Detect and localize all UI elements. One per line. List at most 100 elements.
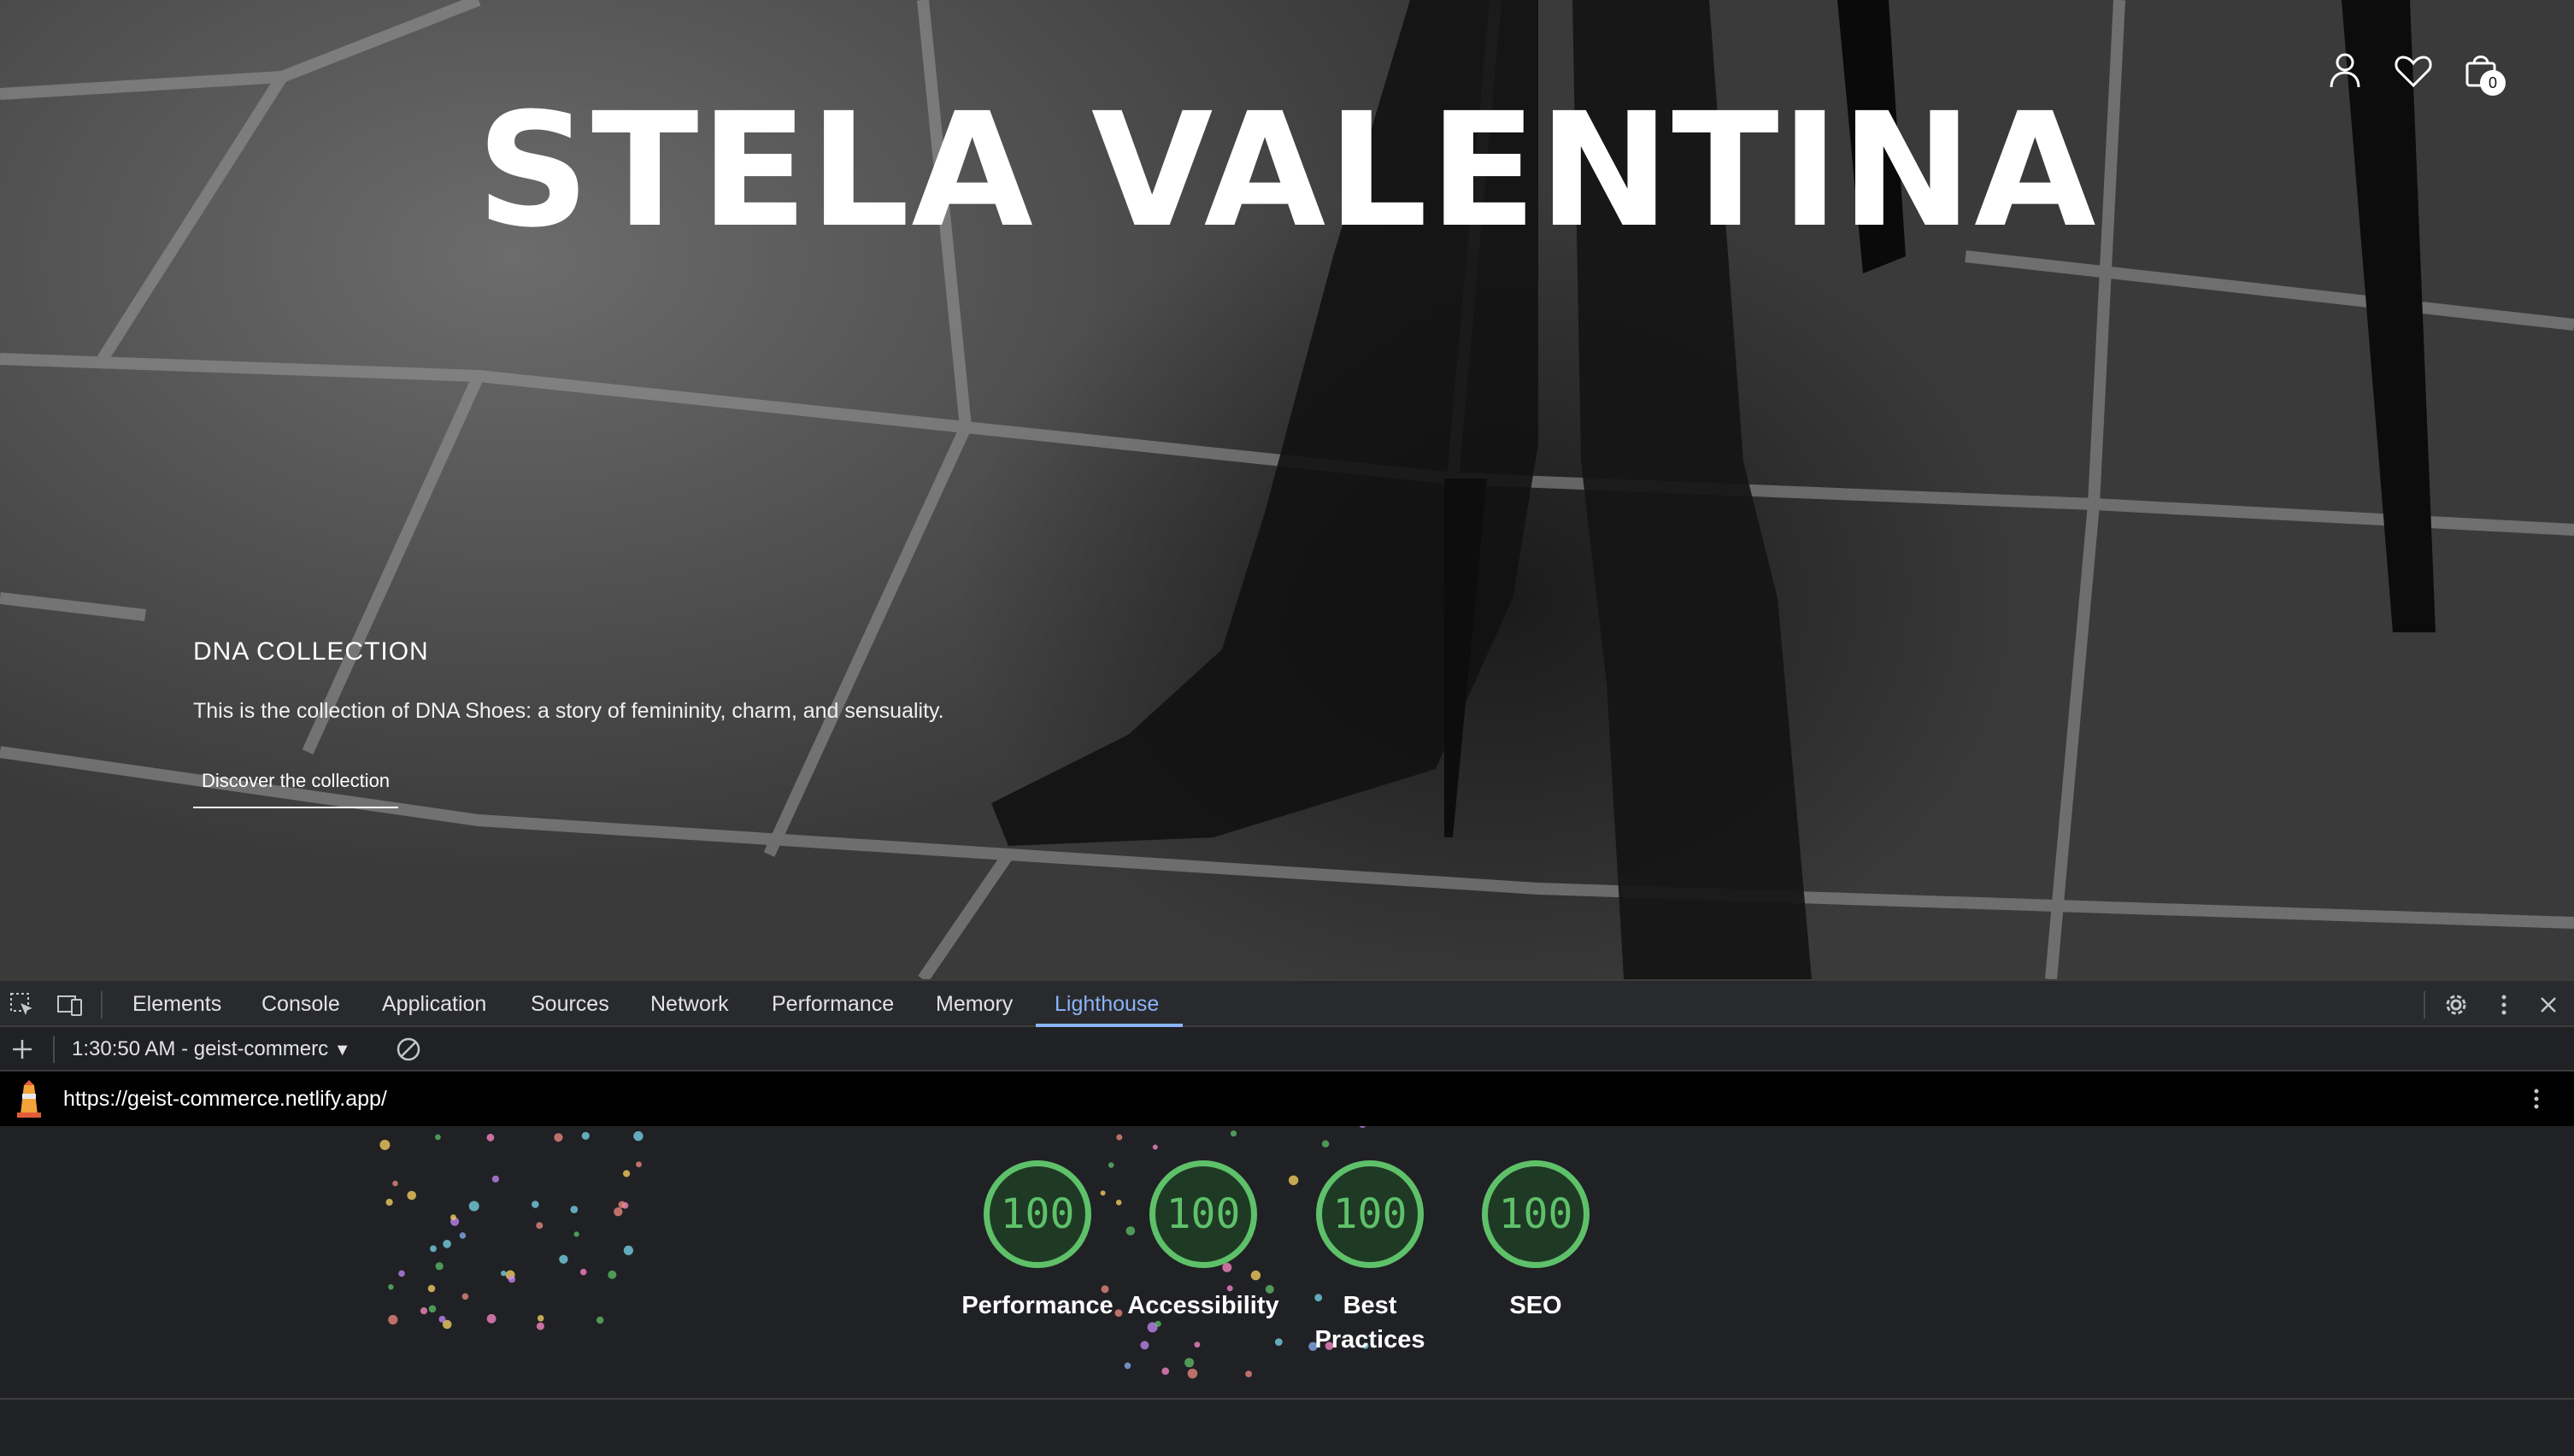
report-url-bar: https://geist-commerce.netlify.app/ [0,1071,2574,1126]
confetti-dot [1100,1190,1106,1196]
confetti-dot [608,1270,617,1279]
confetti-dot [536,1322,544,1330]
confetti-dot [461,1293,469,1300]
tab-memory[interactable]: Memory [936,981,1013,1027]
confetti-dot [392,1180,398,1187]
confetti-dot [570,1206,579,1213]
confetti-dot [486,1313,497,1324]
confetti-dot [573,1231,579,1237]
confetti-dot [1124,1362,1131,1370]
report-url[interactable]: https://geist-commerce.netlify.app/ [63,1071,387,1126]
confetti-dot [450,1214,456,1220]
confetti-dot [430,1245,437,1253]
report-select-dropdown[interactable]: 1:30:50 AM - geist-commerc ▼ [72,1034,351,1065]
collection-description: This is the collection of DNA Shoes: a s… [193,699,944,723]
close-devtools-icon[interactable] [2535,991,2562,1019]
confetti-decoration [379,1126,1369,1379]
confetti-dot [407,1190,417,1201]
hero-banner: STELA VALENTINA 0 DNA COLLECTION This is… [0,0,2574,979]
confetti-dot [1194,1342,1201,1348]
confetti-dot [559,1254,568,1264]
confetti-dot [468,1201,479,1212]
confetti-dot [636,1161,642,1168]
performance-label: Performance [961,1292,1114,1319]
confetti-dot [1245,1371,1252,1377]
confetti-dot [537,1315,544,1322]
confetti-dot [1140,1341,1149,1350]
confetti-dot [1187,1368,1198,1379]
discover-collection-link[interactable]: Discover the collection [193,767,398,808]
confetti-dot [508,1276,516,1283]
confetti-dot [1359,1126,1366,1128]
lighthouse-logo-icon [17,1080,41,1118]
new-report-plus-icon[interactable] [9,1036,36,1063]
toolbar-divider [2424,991,2425,1019]
confetti-dot [459,1232,467,1239]
confetti-dot [536,1222,544,1230]
confetti-dot [532,1201,539,1208]
confetti-dot [435,1134,441,1141]
tab-lighthouse[interactable]: Lighthouse [1055,981,1159,1027]
accessibility-score: 100 [1166,1190,1241,1238]
brand-logo[interactable]: STELA VALENTINA [0,85,2574,256]
confetti-dot [618,1201,626,1208]
confetti-dot [427,1284,436,1293]
cart-count-badge: 0 [2480,70,2506,96]
confetti-dot [1274,1338,1283,1346]
lighthouse-toolbar: 1:30:50 AM - geist-commerc ▼ [0,1027,2574,1071]
collection-title: DNA COLLECTION [193,637,429,666]
confetti-dot [1250,1270,1261,1281]
confetti-dot [614,1207,623,1217]
device-toolbar-icon[interactable] [56,991,84,1019]
tab-performance[interactable]: Performance [772,981,894,1027]
confetti-dot [633,1130,644,1142]
confetti-dot [438,1315,446,1323]
seo-label: SEO [1509,1292,1562,1319]
confetti-dot [579,1268,587,1276]
confetti-dot [420,1307,428,1315]
confetti-dot [501,1271,507,1277]
devtools-panel: Elements Console Application Sources Net… [0,979,2574,1456]
performance-score: 100 [1000,1190,1075,1238]
wishlist-heart-icon[interactable] [2392,50,2435,92]
confetti-dot [388,1284,394,1290]
tab-network[interactable]: Network [650,981,729,1027]
tab-application[interactable]: Application [382,981,486,1027]
seo-score: 100 [1498,1190,1573,1238]
devtools-tab-bar: Elements Console Application Sources Net… [0,979,2574,1027]
confetti-dot [1230,1130,1237,1137]
confetti-dot [623,1245,634,1255]
confetti-dot [1184,1358,1195,1368]
confetti-dot [491,1175,500,1183]
accessibility-label: Accessibility [1127,1292,1279,1319]
confetti-dot [1108,1162,1114,1168]
best-practices-score: 100 [1332,1190,1407,1238]
tab-console[interactable]: Console [262,981,340,1027]
tab-elements[interactable]: Elements [132,981,221,1027]
confetti-dot [428,1305,437,1313]
toolbar-divider [101,991,103,1019]
confetti-dot [623,1170,631,1177]
confetti-dot [385,1198,393,1206]
report-menu-icon[interactable] [2523,1085,2550,1113]
confetti-dot [1115,1200,1122,1206]
settings-gear-icon[interactable] [2442,991,2470,1019]
tab-sources[interactable]: Sources [531,981,609,1027]
confetti-dot [1116,1134,1123,1141]
confetti-dot [596,1316,604,1324]
confetti-dot [379,1139,391,1150]
confetti-dot [1288,1175,1299,1185]
confetti-dot [398,1270,405,1277]
lighthouse-scores: 100 Performance 100 Accessibility 100 Be… [0,1126,2574,1400]
inspect-element-icon[interactable] [9,991,36,1019]
confetti-dot [1125,1226,1136,1236]
dropdown-arrow-icon: ▼ [333,1041,351,1060]
confetti-dot [581,1131,590,1140]
best-practices-label: Best Practices [1314,1292,1425,1353]
clear-reports-icon[interactable] [395,1036,422,1063]
confetti-dot [443,1240,451,1248]
toolbar-divider [53,1036,55,1063]
more-options-icon[interactable] [2490,991,2518,1019]
confetti-dot [486,1133,495,1142]
account-icon[interactable] [2324,50,2366,92]
